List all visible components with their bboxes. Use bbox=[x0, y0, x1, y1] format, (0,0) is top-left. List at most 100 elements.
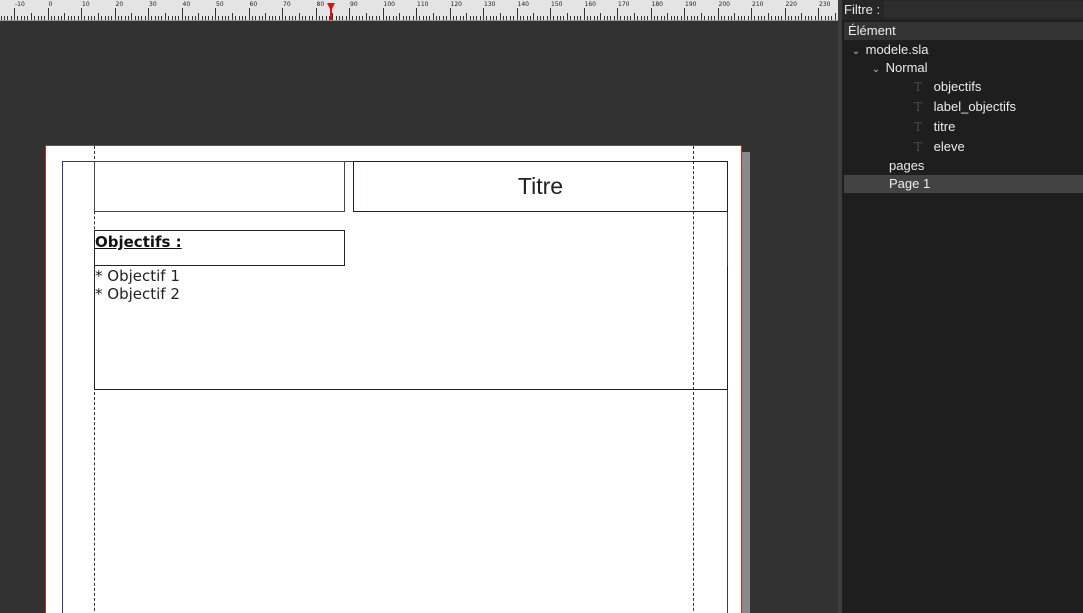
ruler-tick bbox=[680, 16, 682, 20]
horizontal-ruler[interactable]: -10 0 10 20 30 40 50 60 70 80 90 100 110 120 130 140 150… bbox=[0, 0, 838, 21]
ruler-tick bbox=[238, 16, 240, 20]
text-frame-icon: T bbox=[914, 120, 923, 134]
chevron-down-icon[interactable]: ⌄ bbox=[870, 61, 882, 79]
ruler-label: 100 bbox=[383, 1, 395, 8]
tree-item-label: eleve bbox=[933, 139, 965, 154]
ruler-label: 110 bbox=[417, 1, 429, 8]
ruler-tick bbox=[198, 13, 200, 20]
ruler-tick bbox=[191, 16, 193, 20]
ruler-tick bbox=[747, 16, 749, 20]
tree-item-objectifs[interactable]: T objectifs bbox=[844, 78, 1083, 96]
tree-column-header[interactable]: Élément bbox=[844, 22, 1083, 40]
ruler-tick bbox=[382, 8, 384, 20]
ruler-tick bbox=[151, 16, 153, 20]
ruler-tick bbox=[419, 16, 421, 20]
ruler-tick bbox=[794, 16, 796, 20]
tree-item-page-1[interactable]: Page 1 bbox=[844, 175, 1083, 193]
ruler-tick bbox=[687, 16, 689, 20]
tree-item-label: label_objectifs bbox=[933, 99, 1017, 114]
ruler-tick bbox=[60, 16, 62, 20]
ruler-tick bbox=[44, 16, 46, 20]
ruler-tick bbox=[613, 16, 615, 20]
ruler-tick bbox=[734, 13, 736, 20]
ruler-tick bbox=[674, 16, 675, 20]
ruler-tick bbox=[248, 8, 250, 20]
ruler-tick bbox=[499, 13, 501, 20]
ruler-tick bbox=[24, 16, 26, 20]
ruler-tick bbox=[580, 16, 582, 20]
tree-item-eleve[interactable]: T eleve bbox=[844, 138, 1083, 156]
ruler-tick bbox=[84, 16, 86, 20]
ruler-tick bbox=[121, 16, 123, 20]
ruler-label: 60 bbox=[249, 1, 258, 8]
ruler-tick bbox=[663, 16, 665, 20]
ruler-tick bbox=[808, 16, 809, 20]
tree-item-root[interactable]: ⌄ modele.sla bbox=[844, 41, 1083, 59]
ruler-tick bbox=[653, 16, 655, 20]
tree-item-label: titre bbox=[933, 119, 956, 134]
ruler-tick bbox=[355, 16, 357, 20]
ruler-tick bbox=[379, 16, 381, 20]
ruler-tick bbox=[164, 13, 166, 20]
filter-input[interactable] bbox=[884, 1, 1083, 18]
ruler-tick bbox=[194, 16, 196, 20]
ruler-tick bbox=[700, 13, 702, 20]
canvas-area[interactable]: -10 0 10 20 30 40 50 60 70 80 90 100 110 120 130 140 150… bbox=[0, 0, 838, 613]
ruler-label: 30 bbox=[149, 1, 157, 8]
objectifs-frame[interactable]: * Objectif 1 * Objectif 2 bbox=[94, 266, 728, 390]
ruler-tick bbox=[7, 16, 9, 20]
titre-frame[interactable]: Titre bbox=[353, 161, 728, 212]
ruler-tick bbox=[439, 16, 441, 20]
ruler-tick bbox=[141, 16, 143, 20]
ruler-tick bbox=[104, 16, 106, 20]
ruler-tick bbox=[560, 16, 562, 20]
ruler-tick bbox=[124, 16, 126, 20]
ruler-tick bbox=[64, 13, 66, 20]
filter-label: Filtre : bbox=[844, 2, 881, 17]
eleve-frame[interactable] bbox=[94, 161, 345, 212]
ruler-tick bbox=[144, 16, 146, 20]
ruler-tick bbox=[318, 16, 320, 20]
ruler-tick bbox=[483, 8, 484, 20]
ruler-label: 210 bbox=[752, 1, 764, 8]
ruler-tick bbox=[623, 16, 625, 20]
ruler-tick bbox=[114, 8, 116, 20]
ruler-tick bbox=[335, 16, 337, 20]
label-objectifs-frame[interactable]: Objectifs : bbox=[94, 230, 345, 266]
ruler-position-line bbox=[330, 8, 332, 20]
ruler-tick bbox=[667, 13, 669, 20]
ruler-tick bbox=[305, 16, 307, 20]
ruler-tick bbox=[737, 16, 739, 20]
ruler-tick bbox=[436, 16, 438, 20]
tree-item-titre[interactable]: T titre bbox=[844, 118, 1083, 136]
tree-item-normal[interactable]: ⌄ Normal bbox=[844, 59, 1083, 77]
ruler-tick bbox=[694, 16, 696, 20]
ruler-tick bbox=[352, 16, 354, 20]
ruler-tick bbox=[727, 16, 729, 20]
ruler-tick bbox=[620, 16, 622, 20]
tree-item-pages[interactable]: pages bbox=[844, 157, 1083, 175]
ruler-tick bbox=[158, 16, 160, 20]
ruler-tick bbox=[496, 16, 498, 20]
ruler-tick bbox=[285, 16, 287, 20]
ruler-tick bbox=[231, 13, 233, 20]
ruler-tick bbox=[342, 16, 344, 20]
ruler-tick bbox=[781, 16, 783, 20]
objective-line: * Objectif 2 bbox=[95, 285, 180, 303]
objective-line: * Objectif 1 bbox=[95, 267, 180, 285]
ruler-label: 80 bbox=[316, 1, 325, 8]
ruler-tick bbox=[134, 16, 136, 20]
tree-item-label-objectifs[interactable]: T label_objectifs bbox=[844, 98, 1083, 116]
ruler-tick bbox=[523, 16, 525, 20]
ruler-tick bbox=[754, 16, 756, 20]
ruler-tick bbox=[34, 16, 36, 20]
ruler-tick bbox=[741, 16, 742, 20]
ruler-tick bbox=[647, 16, 649, 20]
ruler-label: 220 bbox=[785, 1, 797, 8]
ruler-tick bbox=[586, 16, 588, 20]
document-page[interactable]: Titre Objectifs : * Objectif 1 * Objecti… bbox=[45, 145, 742, 613]
ruler-tick bbox=[677, 16, 679, 20]
ruler-tick bbox=[583, 8, 585, 20]
outline-panel: Filtre : Élément ⌄ modele.sla ⌄ Normal T… bbox=[842, 0, 1083, 613]
ruler-tick bbox=[462, 16, 464, 20]
